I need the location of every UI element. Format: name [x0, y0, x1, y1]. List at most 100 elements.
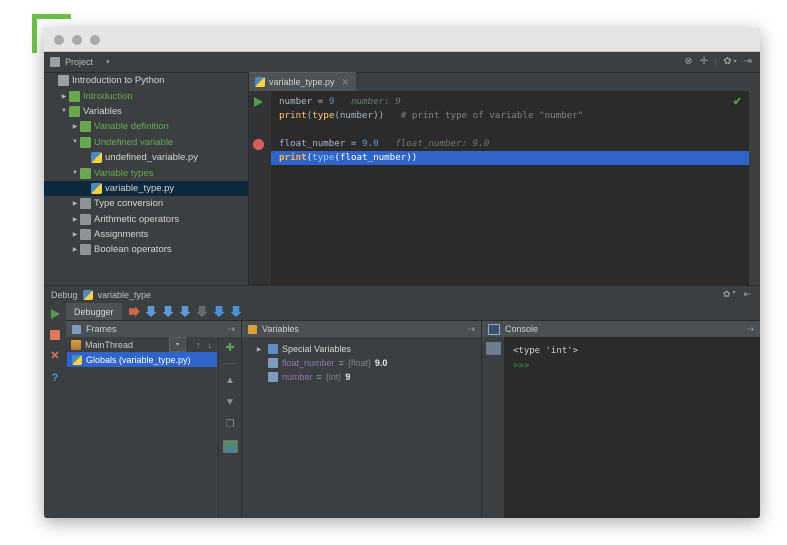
stop-button[interactable] — [50, 330, 60, 340]
code-line[interactable]: number = 9 number: 9 — [279, 95, 760, 109]
window-titlebar — [44, 28, 760, 52]
tree-item[interactable]: ▼ Variable types — [44, 165, 248, 180]
chevron-right-icon[interactable]: ▶ — [70, 231, 80, 238]
frames-header: Frames ⇢ — [66, 321, 241, 337]
tree-item[interactable]: ▶ Arithmetic operators — [44, 212, 248, 227]
tree-item[interactable]: ▶ Variable definition — [44, 119, 248, 134]
tree-item[interactable]: ▶ undefined_variable.py — [44, 150, 248, 165]
tree-item-label: Variable definition — [94, 121, 169, 133]
editor-scrollbar[interactable] — [749, 91, 760, 285]
chevron-right-icon[interactable]: ▶ — [70, 200, 80, 207]
frame-up-icon[interactable]: ↑ — [196, 340, 201, 350]
project-tree[interactable]: ▶Introduction to Python▶Introduction▼Var… — [44, 73, 249, 285]
gear-chevron-down-icon[interactable]: ▾ — [732, 289, 735, 300]
hide-panel-icon[interactable]: ⇢ — [227, 324, 241, 335]
chevron-right-icon[interactable]: ▶ — [254, 346, 264, 353]
editor-gutter[interactable] — [249, 91, 271, 285]
code-token: (number)) — [334, 110, 385, 121]
folder-icon — [80, 198, 91, 210]
breakpoint-icon[interactable] — [253, 139, 264, 150]
settings-gear-icon[interactable]: ✿ — [723, 57, 731, 67]
chevron-right-icon[interactable]: ▶ — [70, 246, 80, 253]
chevron-right-icon[interactable]: ▶ — [70, 123, 80, 130]
gear-chevron-down-icon[interactable]: ▾ — [734, 59, 737, 65]
hide-panel-icon[interactable]: ⇢ — [467, 324, 481, 335]
soft-wrap-icon[interactable] — [485, 342, 501, 355]
variable-row[interactable]: ▶ Special Variables — [246, 342, 481, 356]
chevron-down-icon[interactable]: ▾ — [169, 337, 186, 352]
code-line[interactable]: float_number = 9.0 float_number: 9.0 — [279, 137, 760, 151]
code-editor[interactable]: number = 9 number: 9 print(type(number)) … — [249, 91, 760, 285]
frame-row-globals[interactable]: Globals (variable_type.py) — [67, 352, 217, 367]
rerun-button[interactable] — [50, 309, 60, 319]
tree-item[interactable]: ▼ Variables — [44, 104, 248, 119]
chevron-right-icon[interactable]: ▶ — [59, 93, 69, 100]
settings-gear-icon[interactable]: ✿ — [723, 289, 731, 300]
chevron-right-icon[interactable]: ▶ — [70, 216, 80, 223]
debug-panes: Frames ⇢ MainThread ▾ ↑ ↓ Globals (varia… — [66, 320, 760, 518]
variable-value: 9.0 — [374, 358, 388, 368]
step-over-icon[interactable] — [145, 306, 157, 317]
step-into-icon[interactable] — [162, 306, 174, 317]
evaluate-expression-icon[interactable] — [230, 306, 242, 317]
move-down-icon[interactable]: ▼ — [224, 396, 236, 408]
maximize-window-button[interactable] — [90, 34, 100, 45]
collapse-all-icon[interactable]: ⊗ — [684, 57, 692, 67]
annotation-bracket — [32, 14, 71, 53]
code-area[interactable]: number = 9 number: 9 print(type(number)) … — [271, 91, 760, 285]
stepping-toolbar[interactable] — [122, 306, 242, 317]
move-up-icon[interactable]: ▲ — [224, 374, 236, 386]
code-line[interactable]: print(type(number)) # print type of vari… — [279, 109, 760, 123]
force-step-into-icon[interactable] — [179, 306, 191, 317]
tab-debugger[interactable]: Debugger — [66, 303, 122, 320]
hide-panel-icon[interactable]: ⇢ — [746, 324, 760, 335]
minimize-window-button[interactable] — [72, 34, 82, 45]
step-out-icon[interactable] — [196, 306, 208, 317]
close-button[interactable]: ✕ — [50, 351, 59, 362]
variable-name: number — [282, 372, 313, 382]
screenshot-root: Project ▾ ⊗ ✛ ✿ ▾ ⇥ ▶Introduction to Pyt… — [0, 0, 787, 545]
hide-panel-icon[interactable]: ⇥ — [744, 57, 752, 67]
tree-item[interactable]: ▼ Undefined variable — [44, 135, 248, 150]
frames-inner: MainThread ▾ ↑ ↓ Globals (variable_type.… — [66, 337, 241, 518]
chevron-down-icon[interactable]: ▼ — [70, 170, 80, 176]
pycharm-window: Project ▾ ⊗ ✛ ✿ ▾ ⇥ ▶Introduction to Pyt… — [44, 28, 760, 518]
copy-icon[interactable]: ❐ — [224, 418, 236, 430]
variable-row[interactable]: float_number = {float} 9.0 — [246, 356, 481, 370]
tree-item-label: Introduction to Python — [72, 75, 165, 87]
inspect-image-icon[interactable] — [222, 440, 238, 453]
tree-item[interactable]: ▶ Assignments — [44, 227, 248, 242]
tree-item-label: Variables — [83, 105, 122, 117]
frame-down-icon[interactable]: ↓ — [208, 340, 213, 350]
code-line[interactable]: print(type(float_number)) — [271, 151, 760, 165]
console-body[interactable]: <type 'int'> >>> — [482, 337, 760, 518]
tree-item[interactable]: ▶ Type conversion — [44, 196, 248, 211]
hide-panel-icon[interactable]: ⇤ — [743, 289, 751, 300]
tree-item-label: Boolean operators — [94, 244, 172, 256]
editor-tab-label: variable_type.py — [269, 77, 335, 87]
debug-body: ✕ ? Debugger Frames ⇢ MainThread ▾ ↑ ↓ G… — [44, 303, 760, 518]
frame-label: Globals (variable_type.py) — [86, 354, 191, 365]
console-header: Console ⇢ — [482, 321, 760, 337]
show-execution-point-icon[interactable] — [128, 306, 140, 317]
chevron-down-icon[interactable]: ▾ — [106, 58, 110, 66]
variable-row[interactable]: number = {int} 9 — [246, 370, 481, 384]
close-icon[interactable]: ✕ — [342, 77, 350, 88]
project-tool-tab[interactable]: Project ▾ — [44, 52, 116, 72]
locate-icon[interactable]: ✛ — [700, 57, 708, 67]
tree-item[interactable]: ▶ Introduction to Python — [44, 73, 248, 88]
code-line[interactable] — [279, 123, 760, 137]
chevron-down-icon[interactable]: ▼ — [70, 139, 80, 145]
tree-item[interactable]: ▶ variable_type.py — [44, 180, 248, 197]
thread-selector[interactable]: MainThread ▾ ↑ ↓ — [66, 337, 218, 352]
variables-list[interactable]: ▶ Special Variables float_number = {float} 9.… — [242, 337, 481, 518]
chevron-down-icon[interactable]: ▼ — [59, 108, 69, 114]
tree-item[interactable]: ▶ Boolean operators — [44, 242, 248, 257]
help-button[interactable]: ? — [52, 373, 59, 384]
run-to-cursor-icon[interactable] — [213, 306, 225, 317]
add-watch-icon[interactable]: ✚ — [224, 341, 236, 354]
tree-item[interactable]: ▶ Introduction — [44, 88, 248, 103]
editor-tab-variable-type[interactable]: variable_type.py ✕ — [249, 72, 357, 91]
console-output[interactable]: <type 'int'> >>> — [504, 337, 760, 518]
run-arrow-icon[interactable] — [254, 97, 263, 107]
